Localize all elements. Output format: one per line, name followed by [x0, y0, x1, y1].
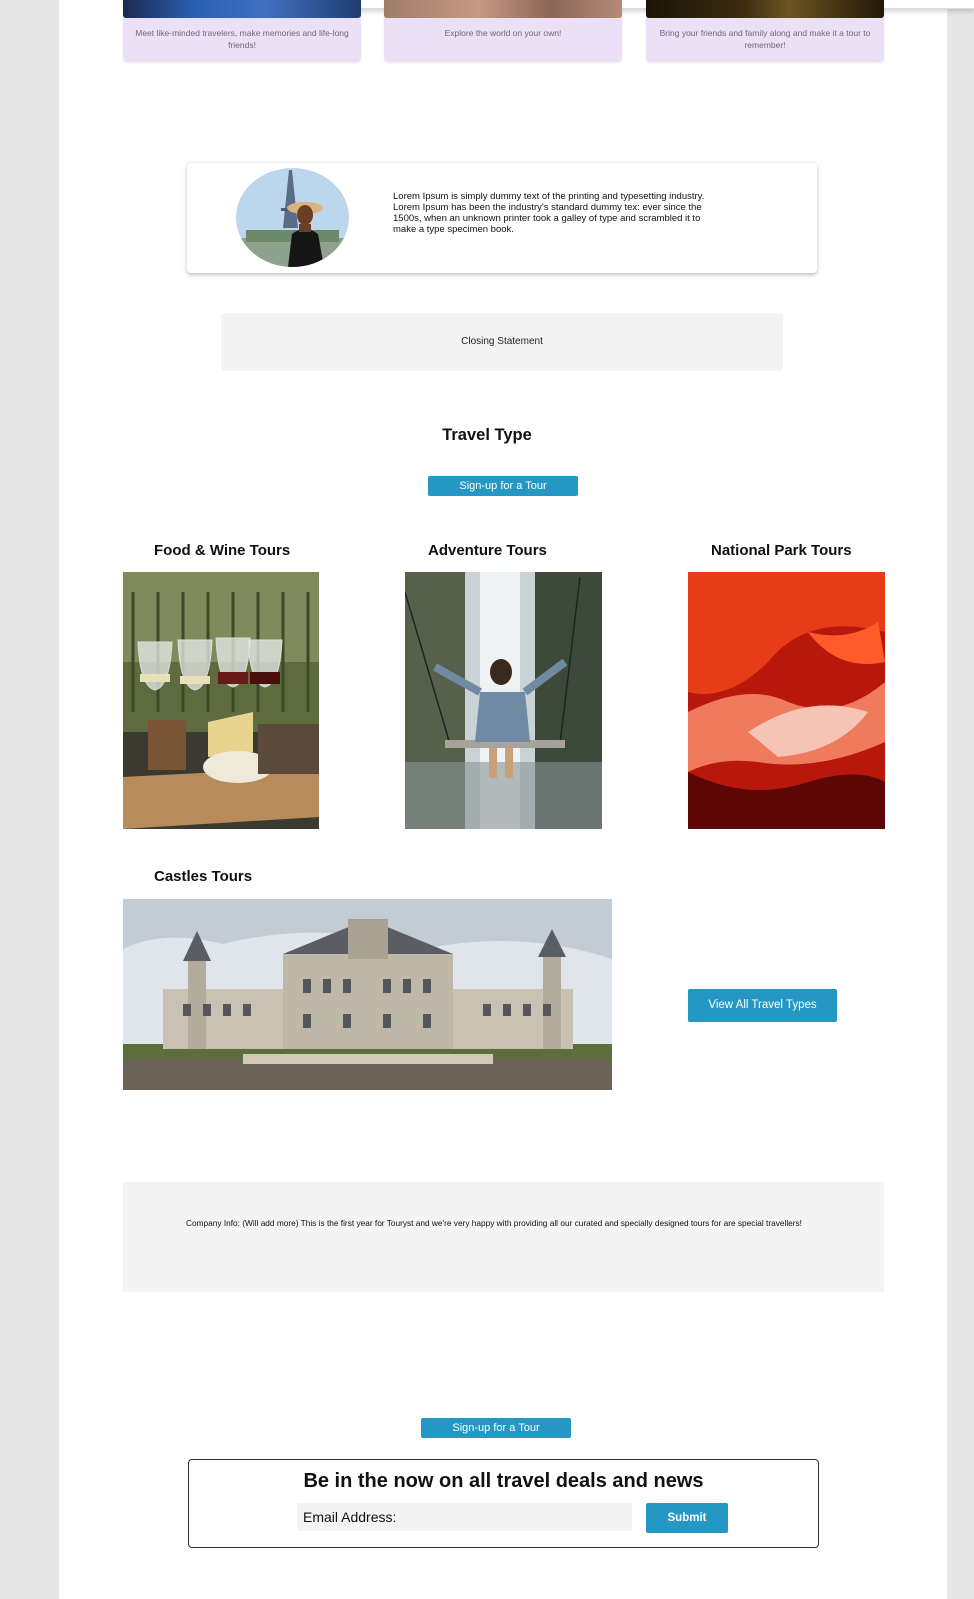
national-park-tour-image[interactable]	[688, 572, 885, 829]
company-info-text: Company Info: (Will add more) This is th…	[186, 1218, 802, 1228]
tour-title-castles: Castles Tours	[154, 868, 253, 885]
tour-title-food-wine: Food & Wine Tours	[154, 542, 291, 559]
company-info-panel: Company Info: (Will add more) This is th…	[123, 1182, 884, 1292]
closing-statement: Closing Statement	[221, 313, 783, 371]
tour-title-adventure: Adventure Tours	[428, 542, 547, 559]
adventure-tour-image[interactable]	[405, 572, 602, 829]
feature-card-family: Bring your friends and family along and …	[646, 0, 884, 62]
feature-card-solo: Explore the world on your own!	[384, 0, 622, 62]
signup-tour-button-bottom[interactable]: Sign-up for a Tour	[421, 1418, 571, 1438]
submit-button[interactable]: Submit	[646, 1503, 728, 1533]
testimonial-card: Lorem Ipsum is simply dummy text of the …	[187, 162, 817, 273]
castles-tour-image[interactable]	[123, 899, 612, 1090]
feature-card-friends: Meet like-minded travelers, make memorie…	[123, 0, 361, 62]
feature-text: Explore the world on your own!	[444, 28, 562, 38]
newsletter-box: Be in the now on all travel deals and ne…	[188, 1459, 819, 1548]
food-wine-tour-image[interactable]	[123, 572, 319, 829]
email-field[interactable]	[297, 1503, 632, 1531]
feature-image-friends	[123, 0, 361, 18]
feature-image-solo	[384, 0, 622, 18]
view-all-travel-types-button[interactable]: View All Travel Types	[688, 989, 837, 1022]
signup-tour-button[interactable]: Sign-up for a Tour	[428, 476, 578, 496]
feature-text: Bring your friends and family along and …	[659, 28, 871, 50]
travel-type-heading: Travel Type	[442, 426, 532, 444]
tour-title-national-park: National Park Tours	[711, 542, 852, 559]
testimonial-text: Lorem Ipsum is simply dummy text of the …	[393, 191, 705, 235]
testimonial-avatar	[236, 168, 349, 267]
feature-image-family	[646, 0, 884, 18]
scrollbar-track[interactable]	[947, 0, 974, 1599]
newsletter-title: Be in the now on all travel deals and ne…	[303, 1470, 704, 1492]
feature-text: Meet like-minded travelers, make memorie…	[135, 28, 349, 50]
